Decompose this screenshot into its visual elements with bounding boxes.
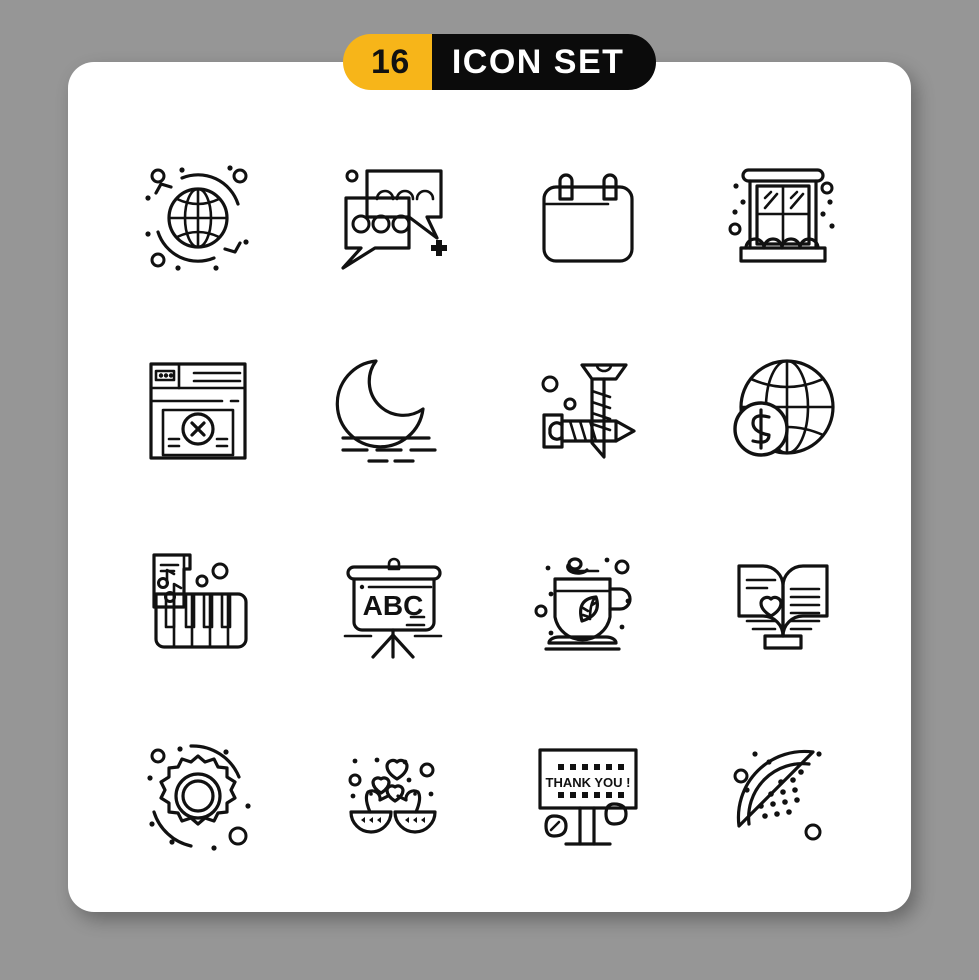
icon-cell-snow-window[interactable] (685, 122, 880, 315)
icon-cell-abc-board[interactable]: ABC (295, 507, 490, 700)
snow-window-icon (728, 168, 835, 263)
icon-cell-globe-dollar[interactable] (685, 315, 880, 508)
icon-set-page: 16 ICON SET ABC THANK YOU ! (0, 0, 979, 980)
icon-cell-crossed-screws[interactable] (490, 315, 685, 508)
icon-cell-tea-cup[interactable] (490, 507, 685, 700)
tea-cup-leaf-icon (534, 557, 632, 651)
calendar-icon (541, 173, 634, 263)
icon-grid: ABC THANK YOU ! (100, 122, 880, 892)
page-title: ICON SET (431, 34, 657, 90)
icon-cell-piano-music[interactable] (100, 507, 295, 700)
chat-bubbles-icon (340, 169, 447, 270)
icon-cell-love-birds[interactable] (295, 700, 490, 893)
crossed-screws-icon (541, 363, 636, 459)
icon-cell-watermelon[interactable] (685, 700, 880, 893)
icon-cell-moon-fog[interactable] (295, 315, 490, 508)
crescent-moon-fog-icon (335, 359, 437, 463)
thank-you-billboard-icon: THANK YOU ! (537, 748, 638, 846)
icon-cell-globe-refresh[interactable] (100, 122, 295, 315)
icon-cell-gear[interactable] (100, 700, 295, 893)
icon-cell-love-book[interactable] (685, 507, 880, 700)
icon-count-label: 16 (343, 34, 432, 90)
browser-error-icon (148, 362, 247, 460)
billboard-text: THANK YOU ! (545, 775, 630, 790)
open-book-heart-icon (736, 564, 829, 650)
globe-refresh-icon (144, 165, 249, 271)
abc-presentation-icon: ABC (343, 558, 442, 659)
watermelon-slice-icon (733, 749, 822, 841)
piano-sheet-music-icon (151, 553, 248, 649)
icon-cell-calendar[interactable] (490, 122, 685, 315)
love-birds-icon (348, 757, 437, 834)
icon-cell-chat-bubbles[interactable] (295, 122, 490, 315)
icon-cell-billboard[interactable]: THANK YOU ! (490, 700, 685, 893)
icon-cell-browser-error[interactable] (100, 315, 295, 508)
header-badge: 16 ICON SET (343, 34, 657, 90)
globe-dollar-icon (732, 359, 835, 457)
gear-settings-icon (146, 744, 251, 851)
